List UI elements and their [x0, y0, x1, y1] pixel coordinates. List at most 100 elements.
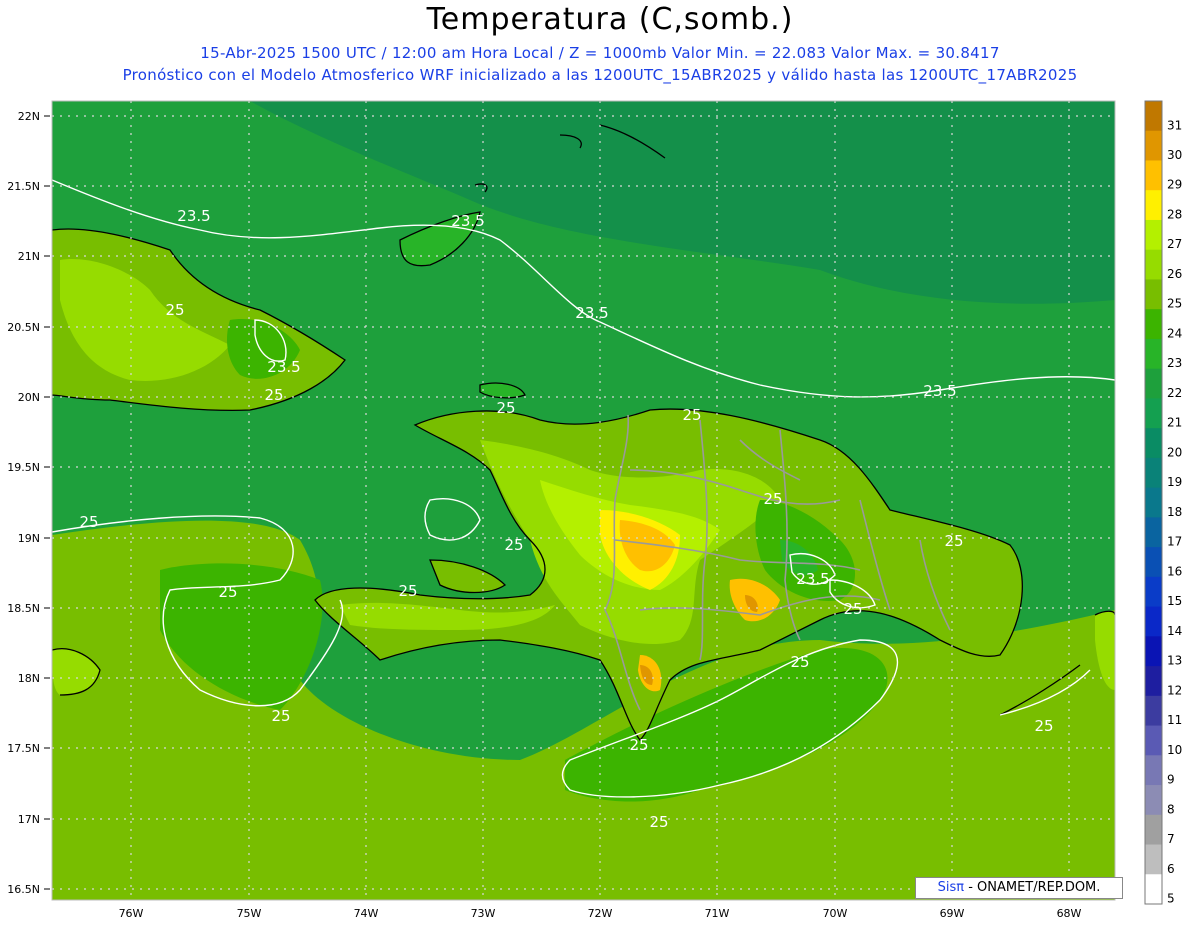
lat-ticks — [44, 115, 50, 890]
legend-label: 28 — [1167, 207, 1182, 221]
legend-label: 12 — [1167, 683, 1182, 697]
legend-label: 11 — [1167, 713, 1182, 727]
credit-brand: Sis — [937, 880, 957, 895]
contour-label: 25 — [682, 406, 701, 424]
legend-swatch — [1145, 576, 1162, 608]
legend-swatch — [1145, 517, 1162, 548]
lat-label: 20.5N — [7, 321, 40, 334]
legend-label: 13 — [1167, 654, 1182, 668]
legend-label: 8 — [1167, 802, 1175, 816]
legend-swatch — [1145, 636, 1162, 667]
legend-label: 5 — [1167, 892, 1175, 906]
contour-label: 23.5 — [177, 207, 210, 225]
contour-label: 23.5 — [796, 570, 829, 588]
legend-swatch — [1145, 368, 1162, 399]
legend-swatch — [1145, 487, 1162, 518]
contour-label: 23.5 — [923, 382, 956, 400]
legend-label: 14 — [1167, 624, 1182, 638]
legend-swatch — [1145, 130, 1162, 161]
contour-label: 23.5 — [575, 304, 608, 322]
legend-swatch — [1145, 814, 1162, 846]
contour-label: 25 — [843, 600, 862, 618]
contour-label: 25 — [496, 399, 515, 417]
legend-label: 29 — [1167, 178, 1182, 192]
lat-label: 16.5N — [7, 883, 40, 896]
lon-label: 76W — [119, 907, 144, 920]
lat-label: 21N — [18, 250, 40, 263]
legend-swatch — [1145, 190, 1162, 221]
legend-label: 10 — [1167, 743, 1182, 757]
legend-label: 27 — [1167, 237, 1182, 251]
lon-label: 72W — [588, 907, 613, 920]
legend-label: 31 — [1167, 118, 1182, 132]
lon-label: 70W — [823, 907, 848, 920]
pi-icon: π — [956, 880, 965, 895]
legend-label: 23 — [1167, 356, 1182, 370]
contour-label: 25 — [264, 386, 283, 404]
legend-label: 16 — [1167, 564, 1182, 578]
legend-label: 25 — [1167, 297, 1182, 311]
legend-swatch — [1145, 874, 1162, 905]
color-legend: 31 30 29 28 27 26 25 24 23 22 21 20 19 18 17 16 15 14 13 12… — [1144, 100, 1182, 906]
legend-label: 6 — [1167, 862, 1175, 876]
lat-label: 17N — [18, 813, 40, 826]
legend-label: 26 — [1167, 267, 1182, 281]
lon-label: 73W — [471, 907, 496, 920]
legend-label: 20 — [1167, 445, 1182, 459]
lon-label: 69W — [940, 907, 965, 920]
legend-swatch — [1145, 457, 1162, 489]
lat-label: 18N — [18, 672, 40, 685]
legend-swatch — [1145, 279, 1162, 310]
contour-label: 25 — [944, 532, 963, 550]
contour-label: 25 — [629, 736, 648, 754]
contour-label: 25 — [1034, 717, 1053, 735]
legend-swatch — [1145, 844, 1162, 875]
lon-label: 75W — [237, 907, 262, 920]
lon-label: 71W — [705, 907, 730, 920]
legend-swatch — [1145, 219, 1162, 251]
legend-label: 18 — [1167, 505, 1182, 519]
lon-label: 74W — [354, 907, 379, 920]
legend-swatch — [1145, 666, 1162, 697]
temperature-field — [52, 101, 1115, 900]
contour-label: 25 — [271, 707, 290, 725]
legend-swatch — [1145, 338, 1162, 370]
legend-swatch — [1145, 606, 1162, 637]
lat-label: 19.5N — [7, 461, 40, 474]
legend-swatch — [1145, 695, 1162, 727]
contour-label: 25 — [649, 813, 668, 831]
contour-label: 25 — [218, 583, 237, 601]
contour-label: 25 — [763, 490, 782, 508]
legend-swatch — [1145, 160, 1162, 191]
lon-label: 68W — [1057, 907, 1082, 920]
contour-label: 25 — [165, 301, 184, 319]
legend-label: 15 — [1167, 594, 1182, 608]
legend-swatch — [1145, 309, 1162, 340]
lat-label: 21.5N — [7, 180, 40, 193]
forecast-map: 23.5 23.5 23.5 23.5 23.5 23.5 25 25 25 2… — [7, 100, 1182, 920]
legend-label: 17 — [1167, 535, 1182, 549]
legend-swatch — [1145, 725, 1162, 756]
contour-label: 23.5 — [451, 212, 484, 230]
contour-label: 25 — [504, 536, 523, 554]
lat-label: 17.5N — [7, 742, 40, 755]
contour-label: 23.5 — [267, 358, 300, 376]
legend-label: 30 — [1167, 148, 1182, 162]
lat-label: 22N — [18, 110, 40, 123]
legend-swatch — [1145, 398, 1162, 429]
contour-label: 25 — [398, 582, 417, 600]
legend-swatch — [1145, 785, 1162, 816]
legend-label: 22 — [1167, 386, 1182, 400]
legend-label: 24 — [1167, 326, 1182, 340]
legend-swatch — [1145, 755, 1162, 786]
lat-label: 19N — [18, 532, 40, 545]
lat-label: 18.5N — [7, 602, 40, 615]
legend-label: 21 — [1167, 416, 1182, 430]
lat-label: 20N — [18, 391, 40, 404]
longitude-labels: 76W 75W 74W 73W 72W 71W 70W 69W 68W — [119, 907, 1082, 920]
legend-label: 7 — [1167, 832, 1175, 846]
legend-swatch — [1145, 428, 1162, 459]
legend-label: 19 — [1167, 475, 1182, 489]
legend-label: 9 — [1167, 773, 1175, 787]
legend-swatch — [1145, 547, 1162, 578]
